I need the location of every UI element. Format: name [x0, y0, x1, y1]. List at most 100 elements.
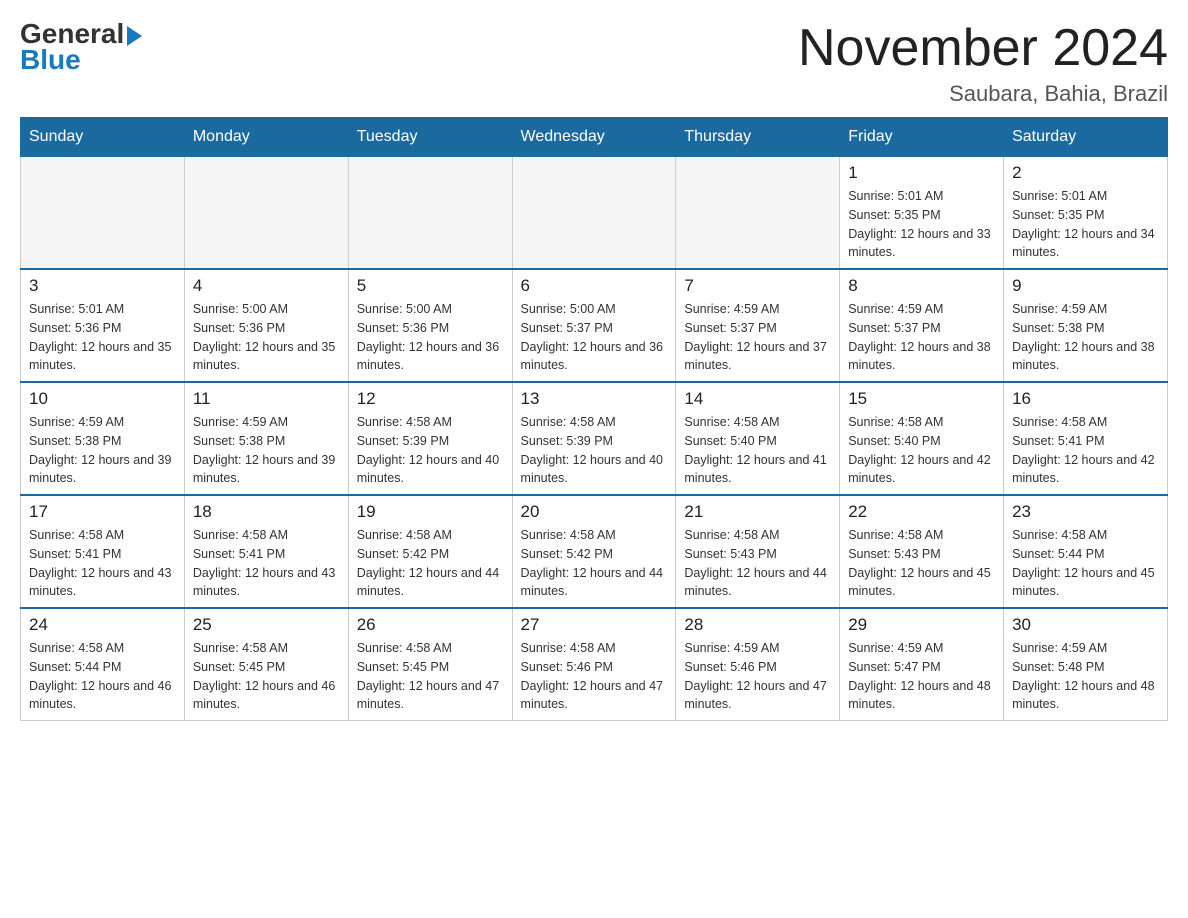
day-info: Sunrise: 4:59 AMSunset: 5:38 PMDaylight:…: [1012, 300, 1159, 375]
day-info: Sunrise: 4:59 AMSunset: 5:47 PMDaylight:…: [848, 639, 995, 714]
column-header-sunday: Sunday: [21, 118, 185, 157]
day-number: 25: [193, 615, 340, 635]
calendar-cell: 16Sunrise: 4:58 AMSunset: 5:41 PMDayligh…: [1004, 382, 1168, 495]
logo-bottom: Blue: [20, 44, 81, 76]
day-info: Sunrise: 5:00 AMSunset: 5:36 PMDaylight:…: [357, 300, 504, 375]
calendar-cell: 5 Sunrise: 5:00 AMSunset: 5:36 PMDaylight…: [348, 269, 512, 382]
day-number: 22: [848, 502, 995, 522]
calendar-week-row: 24 Sunrise: 4:58 AMSunset: 5:44 PMDayligh…: [21, 608, 1168, 721]
day-number: 15: [848, 389, 995, 409]
calendar-cell: 2 Sunrise: 5:01 AMSunset: 5:35 PMDaylight…: [1004, 157, 1168, 270]
column-header-monday: Monday: [184, 118, 348, 157]
day-info: Sunrise: 4:58 AMSunset: 5:39 PMDaylight:…: [357, 413, 504, 488]
column-header-thursday: Thursday: [676, 118, 840, 157]
calendar-cell: 6 Sunrise: 5:00 AMSunset: 5:37 PMDaylight…: [512, 269, 676, 382]
day-number: 1: [848, 163, 995, 183]
calendar-cell: 4 Sunrise: 5:00 AMSunset: 5:36 PMDaylight…: [184, 269, 348, 382]
calendar-cell: 30Sunrise: 4:59 AMSunset: 5:48 PMDayligh…: [1004, 608, 1168, 721]
calendar-cell: 29 Sunrise: 4:59 AMSunset: 5:47 PMDayligh…: [840, 608, 1004, 721]
calendar-week-row: 1 Sunrise: 5:01 AMSunset: 5:35 PMDaylight…: [21, 157, 1168, 270]
day-number: 24: [29, 615, 176, 635]
day-info: Sunrise: 4:58 AMSunset: 5:41 PMDaylight:…: [1012, 413, 1159, 488]
day-info: Sunrise: 4:59 AMSunset: 5:48 PMDaylight:…: [1012, 639, 1159, 714]
day-info: Sunrise: 5:01 AMSunset: 5:35 PMDaylight:…: [1012, 187, 1159, 262]
calendar-cell: 25 Sunrise: 4:58 AMSunset: 5:45 PMDayligh…: [184, 608, 348, 721]
logo: General Blue: [20, 20, 142, 76]
calendar-cell: 22 Sunrise: 4:58 AMSunset: 5:43 PMDayligh…: [840, 495, 1004, 608]
calendar-cell: 10Sunrise: 4:59 AMSunset: 5:38 PMDayligh…: [21, 382, 185, 495]
day-info: Sunrise: 4:58 AMSunset: 5:41 PMDaylight:…: [193, 526, 340, 601]
day-number: 29: [848, 615, 995, 635]
page-header: General Blue November 2024 Saubara, Bahi…: [20, 20, 1168, 107]
calendar-cell: 11 Sunrise: 4:59 AMSunset: 5:38 PMDayligh…: [184, 382, 348, 495]
day-info: Sunrise: 4:58 AMSunset: 5:45 PMDaylight:…: [357, 639, 504, 714]
calendar-cell: [184, 157, 348, 270]
calendar-cell: 19 Sunrise: 4:58 AMSunset: 5:42 PMDayligh…: [348, 495, 512, 608]
day-number: 11: [193, 389, 340, 409]
day-info: Sunrise: 4:58 AMSunset: 5:42 PMDaylight:…: [357, 526, 504, 601]
day-info: Sunrise: 4:58 AMSunset: 5:43 PMDaylight:…: [848, 526, 995, 601]
calendar-cell: [512, 157, 676, 270]
day-info: Sunrise: 4:59 AMSunset: 5:37 PMDaylight:…: [684, 300, 831, 375]
day-info: Sunrise: 4:59 AMSunset: 5:38 PMDaylight:…: [193, 413, 340, 488]
calendar-cell: 9 Sunrise: 4:59 AMSunset: 5:38 PMDaylight…: [1004, 269, 1168, 382]
calendar-cell: 3Sunrise: 5:01 AMSunset: 5:36 PMDaylight…: [21, 269, 185, 382]
day-number: 6: [521, 276, 668, 296]
calendar-cell: 8Sunrise: 4:59 AMSunset: 5:37 PMDaylight…: [840, 269, 1004, 382]
day-number: 12: [357, 389, 504, 409]
calendar-cell: 24 Sunrise: 4:58 AMSunset: 5:44 PMDayligh…: [21, 608, 185, 721]
day-info: Sunrise: 4:58 AMSunset: 5:44 PMDaylight:…: [29, 639, 176, 714]
column-header-saturday: Saturday: [1004, 118, 1168, 157]
day-info: Sunrise: 5:00 AMSunset: 5:36 PMDaylight:…: [193, 300, 340, 375]
day-number: 26: [357, 615, 504, 635]
day-number: 18: [193, 502, 340, 522]
day-number: 9: [1012, 276, 1159, 296]
day-info: Sunrise: 4:58 AMSunset: 5:44 PMDaylight:…: [1012, 526, 1159, 601]
day-info: Sunrise: 5:01 AMSunset: 5:36 PMDaylight:…: [29, 300, 176, 375]
day-info: Sunrise: 4:58 AMSunset: 5:40 PMDaylight:…: [684, 413, 831, 488]
day-info: Sunrise: 4:59 AMSunset: 5:37 PMDaylight:…: [848, 300, 995, 375]
day-info: Sunrise: 4:58 AMSunset: 5:41 PMDaylight:…: [29, 526, 176, 601]
day-number: 13: [521, 389, 668, 409]
calendar-cell: 12 Sunrise: 4:58 AMSunset: 5:39 PMDayligh…: [348, 382, 512, 495]
calendar-cell: [348, 157, 512, 270]
logo-blue: Blue: [20, 44, 81, 76]
column-header-wednesday: Wednesday: [512, 118, 676, 157]
day-info: Sunrise: 4:59 AMSunset: 5:46 PMDaylight:…: [684, 639, 831, 714]
calendar-cell: 18 Sunrise: 4:58 AMSunset: 5:41 PMDayligh…: [184, 495, 348, 608]
day-info: Sunrise: 4:58 AMSunset: 5:42 PMDaylight:…: [521, 526, 668, 601]
day-number: 14: [684, 389, 831, 409]
calendar-cell: [21, 157, 185, 270]
calendar-table: SundayMondayTuesdayWednesdayThursdayFrid…: [20, 117, 1168, 721]
day-number: 7: [684, 276, 831, 296]
day-info: Sunrise: 4:58 AMSunset: 5:46 PMDaylight:…: [521, 639, 668, 714]
calendar-cell: [676, 157, 840, 270]
day-number: 20: [521, 502, 668, 522]
title-area: November 2024 Saubara, Bahia, Brazil: [798, 20, 1168, 107]
calendar-cell: 27Sunrise: 4:58 AMSunset: 5:46 PMDayligh…: [512, 608, 676, 721]
calendar-cell: 1Sunrise: 5:01 AMSunset: 5:35 PMDaylight…: [840, 157, 1004, 270]
day-number: 5: [357, 276, 504, 296]
day-info: Sunrise: 5:00 AMSunset: 5:37 PMDaylight:…: [521, 300, 668, 375]
calendar-cell: 13 Sunrise: 4:58 AMSunset: 5:39 PMDayligh…: [512, 382, 676, 495]
column-header-friday: Friday: [840, 118, 1004, 157]
column-header-tuesday: Tuesday: [348, 118, 512, 157]
calendar-week-row: 10 Sunrise: 4:59 AMSunset: 5:38 PMDayligh…: [21, 382, 1168, 495]
calendar-week-row: 3Sunrise: 5:01 AMSunset: 5:36 PMDaylight…: [21, 269, 1168, 382]
day-info: Sunrise: 4:58 AMSunset: 5:45 PMDaylight:…: [193, 639, 340, 714]
location: Saubara, Bahia, Brazil: [798, 81, 1168, 107]
day-info: Sunrise: 4:58 AMSunset: 5:39 PMDaylight:…: [521, 413, 668, 488]
calendar-header-row: SundayMondayTuesdayWednesdayThursdayFrid…: [21, 118, 1168, 157]
day-number: 19: [357, 502, 504, 522]
day-number: 10: [29, 389, 176, 409]
day-number: 4: [193, 276, 340, 296]
day-number: 21: [684, 502, 831, 522]
day-number: 28: [684, 615, 831, 635]
calendar-week-row: 17Sunrise: 4:58 AMSunset: 5:41 PMDayligh…: [21, 495, 1168, 608]
calendar-cell: 21Sunrise: 4:58 AMSunset: 5:43 PMDayligh…: [676, 495, 840, 608]
calendar-cell: 17Sunrise: 4:58 AMSunset: 5:41 PMDayligh…: [21, 495, 185, 608]
calendar-cell: 20 Sunrise: 4:58 AMSunset: 5:42 PMDayligh…: [512, 495, 676, 608]
calendar-cell: 7 Sunrise: 4:59 AMSunset: 5:37 PMDaylight…: [676, 269, 840, 382]
day-number: 2: [1012, 163, 1159, 183]
calendar-cell: 28 Sunrise: 4:59 AMSunset: 5:46 PMDayligh…: [676, 608, 840, 721]
